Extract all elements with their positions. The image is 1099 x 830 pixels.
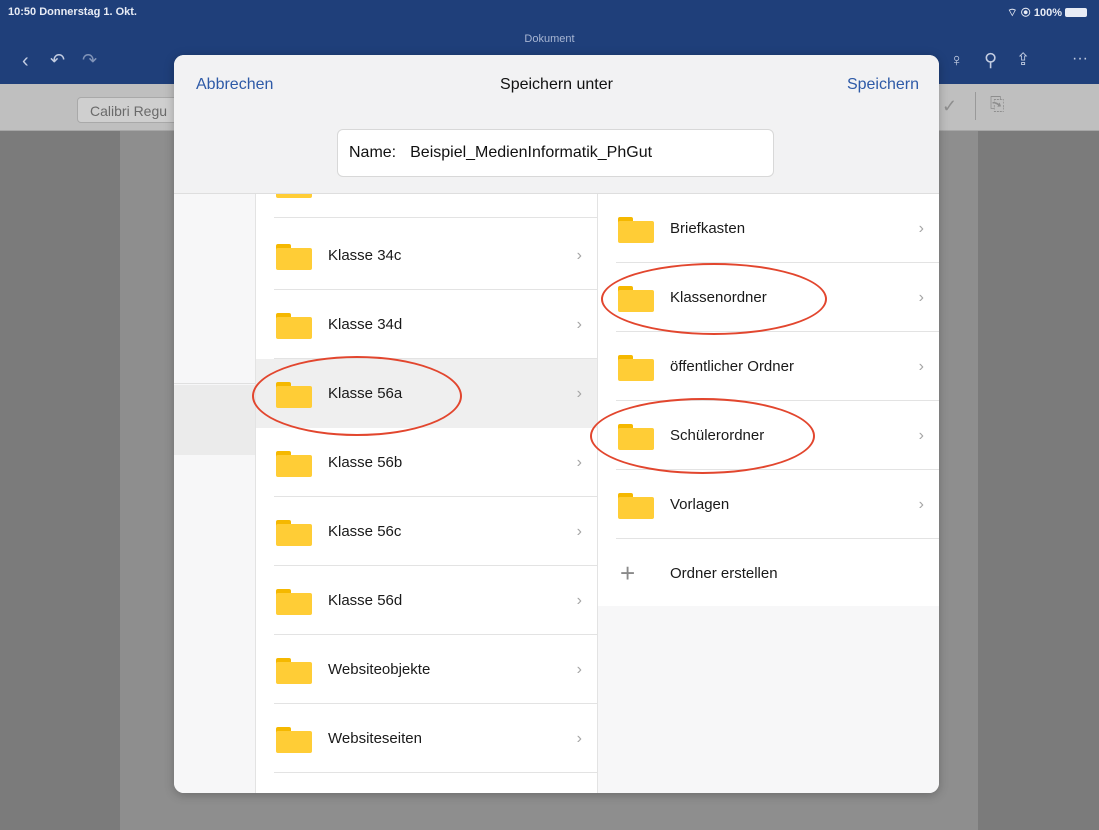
list-item-klasse-56d[interactable]: Klasse 56d › [256,566,597,635]
plus-icon: + [620,558,636,588]
folder-icon [276,589,312,615]
folder-icon [276,194,312,198]
filename-label: Name: [349,144,397,161]
share-icon[interactable]: ⇪ [1016,50,1030,70]
chevron-right-icon: › [918,427,924,444]
folder-icon [276,727,312,753]
chevron-right-icon: › [918,289,924,306]
back-icon[interactable]: ‹ [22,50,29,73]
create-folder-button[interactable]: + Ordner erstellen [598,539,939,608]
chevron-right-icon: › [918,358,924,375]
list-item-vorlagen[interactable]: Vorlagen › [598,470,939,539]
list-item-label: Klassenordner [670,289,767,306]
list-item-label: öffentlicher Ordner [670,358,794,375]
list-item-label: Websiteseiten [328,730,422,747]
list-item-oeffentlicher-ordner[interactable]: öffentlicher Ordner › [598,332,939,401]
document-title: Dokument [524,33,575,45]
folder-list: Briefkasten › Klassenordner › öffentlich… [598,194,939,606]
list-item-schuelerordner[interactable]: Schülerordner › [598,401,939,470]
list-item-label: Schülerordner [670,427,765,444]
chevron-right-icon: › [576,523,582,540]
dialog-header: Abbrechen Speichern unter Speichern Name… [174,55,939,194]
folder-icon [618,493,654,519]
create-folder-label: Ordner erstellen [670,565,778,582]
list-item-partial[interactable] [256,194,597,218]
chevron-right-icon: › [576,661,582,678]
divider [174,383,255,384]
location-column-class-folders: Briefkasten › Klassenordner › öffentlich… [598,194,939,793]
more-icon[interactable]: ··· [1072,50,1088,68]
selected-location-row[interactable] [174,385,255,455]
chevron-right-icon: › [918,220,924,237]
chevron-right-icon: › [918,496,924,513]
document-margin-left [0,131,120,830]
chevron-right-icon: › [576,592,582,609]
list-item-websiteobjekte[interactable]: Websiteobjekte › [256,635,597,704]
folder-icon [276,451,312,477]
ribbon-divider [975,92,976,120]
lightbulb-icon[interactable]: ♀ [950,50,964,71]
list-item-label: Klasse 56b [328,454,403,471]
folder-icon [276,382,312,408]
list-item-label: Klasse 34c [328,247,402,264]
folder-icon [618,355,654,381]
folder-icon [276,313,312,339]
save-button[interactable]: Speichern [847,76,919,94]
document-margin-right [978,131,1099,830]
folder-icon [276,658,312,684]
folder-icon [618,424,654,450]
list-item-klasse-56a[interactable]: Klasse 56a › [256,359,597,428]
save-as-dialog: Abbrechen Speichern unter Speichern Name… [174,55,939,793]
location-column-classes: Klasse 34c › Klasse 34d › Klasse 56a › K… [256,194,598,793]
chevron-right-icon: › [576,454,582,471]
folder-icon [276,244,312,270]
chevron-right-icon: › [576,316,582,333]
list-item-label: Briefkasten [670,220,746,237]
location-column-root [174,194,256,793]
chevron-right-icon: › [576,385,582,402]
folder-icon [276,520,312,546]
list-item-label: Klasse 56d [328,592,403,609]
list-item-label: Klasse 56a [328,385,403,402]
list-item-klassenordner[interactable]: Klassenordner › [598,263,939,332]
battery-icon [1065,8,1087,17]
wifi-icon: ⌔ ◉ [1007,7,1034,19]
list-item-label: Klasse 34d [328,316,403,333]
pen-icon[interactable]: ✓ [942,96,957,117]
format-icon[interactable]: ⎘ [990,94,1004,115]
list-item-klasse-56b[interactable]: Klasse 56b › [256,428,597,497]
chevron-right-icon: › [576,247,582,264]
list-item-label: Vorlagen [670,496,730,513]
list-item-websiteseiten[interactable]: Websiteseiten › [256,704,597,773]
list-item-briefkasten[interactable]: Briefkasten › [598,194,939,263]
status-time: 10:50 Donnerstag 1. Okt. [8,6,137,18]
search-icon[interactable]: ⚲ [984,50,997,71]
folder-icon [618,286,654,312]
list-item-klasse-34d[interactable]: Klasse 34d › [256,290,597,359]
filename-value[interactable]: Beispiel_MedienInformatik_PhGut [410,144,652,161]
status-indicators: ⌔ ◉ 100% [1007,6,1087,20]
list-item-label: Klasse 56c [328,523,402,540]
list-item-klasse-56c[interactable]: Klasse 56c › [256,497,597,566]
chevron-right-icon: › [576,730,582,747]
list-item-label: Websiteobjekte [328,661,431,678]
folder-icon [618,217,654,243]
undo-icon[interactable]: ↶ [50,50,65,71]
dialog-title: Speichern unter [500,76,613,93]
redo-icon[interactable]: ↷ [82,50,97,71]
filename-field[interactable]: Name: Beispiel_MedienInformatik_PhGut [337,129,774,177]
battery-percent: 100% [1033,7,1062,19]
list-item-klasse-34c[interactable]: Klasse 34c › [256,221,597,290]
